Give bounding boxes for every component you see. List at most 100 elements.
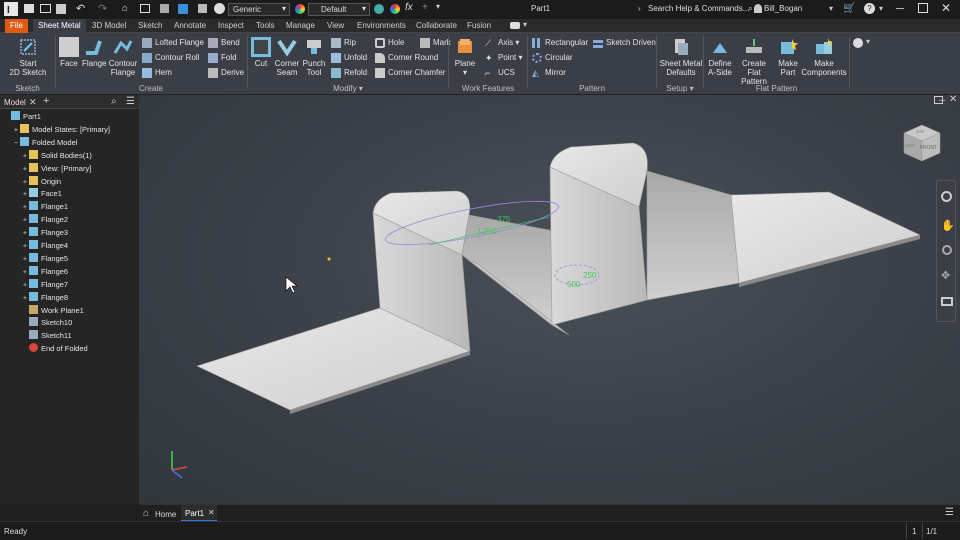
expand-icon[interactable]: + xyxy=(12,123,20,136)
contour-roll-button[interactable]: Contour Roll xyxy=(142,52,199,64)
axis-button[interactable]: ⟋ Axis ▾ xyxy=(485,37,519,49)
graphics-viewport[interactable]: 375 1.250 250 500 FRONT LEFT TOP ─ ✕ xyxy=(139,94,960,504)
browser-tab-model[interactable]: Model xyxy=(4,98,26,107)
user-name[interactable]: Bill_Bogan xyxy=(764,4,802,13)
bend-button[interactable]: Bend xyxy=(208,37,240,49)
expand-icon[interactable]: + xyxy=(21,265,29,278)
add-browser-tab-icon[interactable]: + xyxy=(43,95,49,107)
appearance-icon[interactable] xyxy=(198,4,207,13)
work-point[interactable] xyxy=(327,257,331,261)
search-icon[interactable]: ⌕ xyxy=(748,4,752,14)
maximize-icon[interactable] xyxy=(918,3,928,13)
tab-tools[interactable]: Tools xyxy=(251,19,280,33)
sketch-driven-pattern-button[interactable]: Sketch Driven xyxy=(593,37,656,49)
tab-fusion[interactable]: Fusion xyxy=(462,19,496,33)
expand-icon[interactable]: + xyxy=(21,175,29,188)
contour-flange-button[interactable]: Contour Flange xyxy=(108,37,138,77)
tab-manage[interactable]: Manage xyxy=(281,19,320,33)
search-icon[interactable]: ⌕ xyxy=(111,96,117,107)
face-button[interactable]: Face xyxy=(58,37,80,68)
tab-inspect[interactable]: Inspect xyxy=(213,19,249,33)
tree-node[interactable]: + Flange6 xyxy=(21,265,68,278)
part1-tab[interactable]: Part1 ✕ xyxy=(181,505,217,522)
tree-node[interactable]: Work Plane1 xyxy=(21,304,84,317)
group-label-modify[interactable]: Modify ▾ xyxy=(248,84,448,94)
plus-icon[interactable]: + xyxy=(422,2,428,13)
ribbon-options-icon[interactable] xyxy=(510,22,520,29)
zoom-icon[interactable] xyxy=(942,245,952,255)
tab-collaborate[interactable]: Collaborate xyxy=(411,19,462,33)
define-a-side-button[interactable]: Define A-Side xyxy=(705,37,735,77)
app-logo-icon[interactable]: I xyxy=(4,2,18,16)
point-button[interactable]: ✦ Point ▾ xyxy=(485,52,522,64)
cart-icon[interactable]: 🛒 xyxy=(843,3,855,14)
dimension-label[interactable]: 375 xyxy=(497,215,511,224)
sheet-metal-part[interactable] xyxy=(196,142,921,414)
corner-chamfer-button[interactable]: Corner Chamfer xyxy=(375,67,445,79)
dimension-label[interactable]: 250 xyxy=(583,271,597,280)
make-components-button[interactable]: Make Components xyxy=(801,37,847,77)
tree-node[interactable]: + Flange8 xyxy=(21,291,68,304)
expand-icon[interactable]: + xyxy=(21,213,29,226)
clear-override-icon[interactable] xyxy=(214,3,225,14)
viewcube[interactable]: FRONT LEFT TOP xyxy=(902,123,942,163)
vertical-wall-4[interactable] xyxy=(646,170,740,301)
close-icon[interactable]: ✕ xyxy=(208,508,215,517)
hem-button[interactable]: Hem xyxy=(142,67,172,79)
sheet-metal-defaults-button[interactable]: Sheet Metal Defaults xyxy=(659,37,703,77)
material-select[interactable]: Default ▾ xyxy=(308,3,370,16)
close-icon[interactable]: ✕ xyxy=(29,97,37,108)
tab-sheet-metal[interactable]: Sheet Metal xyxy=(33,19,86,33)
style-select[interactable]: Generic ▾ xyxy=(228,3,290,16)
ucs-button[interactable]: ⌐ UCS xyxy=(485,67,515,79)
orbit-icon[interactable]: ✥ xyxy=(941,269,950,282)
select-icon[interactable] xyxy=(160,4,169,13)
expand-icon[interactable]: + xyxy=(21,162,29,175)
expand-icon[interactable]: + xyxy=(21,187,29,200)
customize-qat-icon[interactable]: ▾ xyxy=(436,2,440,11)
punch-tool-button[interactable]: Punch Tool xyxy=(302,37,326,77)
chevron-down-icon[interactable]: ▾ xyxy=(879,4,883,13)
tree-node[interactable]: + Origin xyxy=(21,175,61,188)
update-icon[interactable] xyxy=(140,4,150,13)
corner-seam-button[interactable]: Corner Seam xyxy=(274,37,300,77)
home-icon[interactable]: ⌂ xyxy=(122,3,128,14)
cut-button[interactable]: Cut xyxy=(250,37,272,68)
chevron-down-icon[interactable]: ▾ xyxy=(523,20,527,29)
flat-flange-right[interactable] xyxy=(730,191,921,284)
dimension-label[interactable]: 1.250 xyxy=(477,227,498,236)
tree-node[interactable]: + Flange1 xyxy=(21,200,68,213)
tab-file[interactable]: File xyxy=(5,19,28,33)
plane-button[interactable]: Plane ▾ xyxy=(452,37,478,77)
tab-environments[interactable]: Environments xyxy=(352,19,411,33)
tree-node[interactable]: + Flange2 xyxy=(21,213,68,226)
group-label-setup[interactable]: Setup ▾ xyxy=(657,84,703,94)
save-icon[interactable] xyxy=(56,4,66,14)
tree-node[interactable]: + Face1 xyxy=(21,187,62,200)
tree-node[interactable]: + View: [Primary] xyxy=(21,162,91,175)
tree-node[interactable]: + Model States: [Primary] xyxy=(12,123,110,136)
chevron-down-icon[interactable]: ▾ xyxy=(829,4,833,13)
start-2d-sketch-button[interactable]: Start 2D Sketch xyxy=(8,37,48,77)
expand-icon[interactable]: + xyxy=(21,239,29,252)
home-tab[interactable]: Home xyxy=(155,510,176,519)
expand-icon[interactable]: + xyxy=(21,226,29,239)
measure-icon[interactable] xyxy=(178,4,188,14)
tree-node[interactable]: + Flange3 xyxy=(21,226,68,239)
dimension-label[interactable]: 500 xyxy=(567,280,581,289)
mirror-button[interactable]: ◭ Mirror xyxy=(532,67,566,79)
lofted-flange-button[interactable]: Lofted Flange xyxy=(142,37,204,49)
tree-node[interactable]: − Folded Model xyxy=(12,136,77,149)
help-icon[interactable]: ? xyxy=(864,3,875,14)
tab-menu-icon[interactable]: ☰ xyxy=(945,507,954,518)
rectangular-pattern-button[interactable]: Rectangular xyxy=(532,37,588,49)
fold-button[interactable]: Fold xyxy=(208,52,237,64)
tab-view[interactable]: View xyxy=(322,19,349,33)
fx-parameters-icon[interactable]: fx xyxy=(405,2,413,13)
undo-icon[interactable]: ↶ xyxy=(76,2,85,15)
search-help-input[interactable]: Search Help & Commands... xyxy=(648,4,749,13)
chevron-down-icon[interactable]: ▾ xyxy=(866,37,870,46)
flange-button[interactable]: Flange xyxy=(82,37,106,68)
color-override-icon[interactable] xyxy=(374,4,384,14)
close-icon[interactable]: ✕ xyxy=(941,1,951,15)
